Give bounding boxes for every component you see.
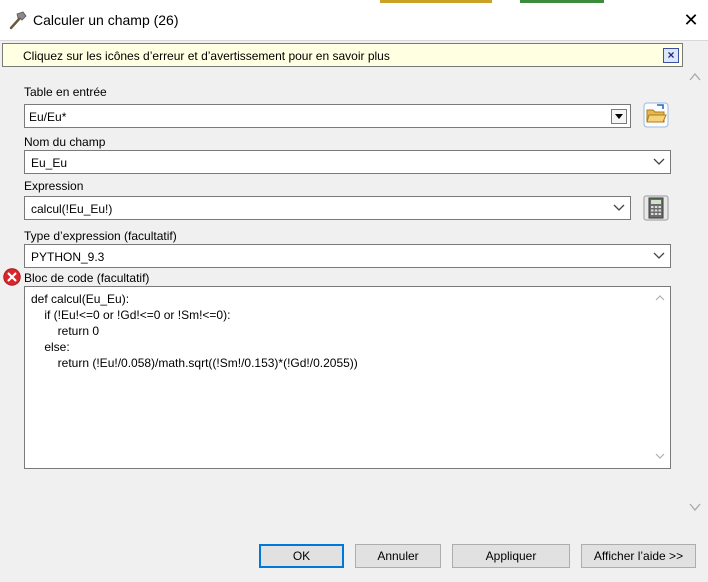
apply-button[interactable]: Appliquer <box>452 544 570 568</box>
input-table-label: Table en entrée <box>24 85 107 99</box>
expression-value: calcul(!Eu_Eu!) <box>31 202 113 216</box>
expression-type-value: PYTHON_9.3 <box>31 250 105 264</box>
error-icon[interactable] <box>3 268 21 286</box>
apply-button-label: Appliquer <box>485 549 537 563</box>
expression-label: Expression <box>24 179 84 193</box>
code-line: if (!Eu!<=0 or !Gd!<=0 or !Sm!<=0): <box>31 308 231 322</box>
info-banner-text: Cliquez sur les icônes d’erreur et d’ave… <box>23 49 390 63</box>
info-banner: Cliquez sur les icônes d’erreur et d’ave… <box>2 43 683 67</box>
calculator-icon[interactable] <box>643 195 669 221</box>
expression-type-combobox[interactable]: PYTHON_9.3 <box>24 244 671 268</box>
dialog-button-bar: OK Annuler Appliquer Afficher l’aide >> <box>0 530 708 582</box>
chevron-down-icon <box>615 114 623 119</box>
title-bar: Calculer un champ (26) ✕ <box>0 0 708 40</box>
dialog-panel: Cliquez sur les icônes d’erreur et d’ave… <box>0 40 708 530</box>
cancel-button-label: Annuler <box>377 549 419 563</box>
field-name-combobox[interactable]: Eu_Eu <box>24 150 671 174</box>
panel-scrollbar[interactable] <box>684 67 706 531</box>
code-line: return 0 <box>31 324 100 338</box>
chevron-down-icon[interactable] <box>654 451 666 461</box>
close-icon: × <box>667 48 675 62</box>
code-line: def calcul(Eu_Eu): <box>31 292 130 306</box>
code-line: return (!Eu!/0.058)/math.sqrt((!Sm!/0.15… <box>31 356 358 370</box>
close-window-button[interactable]: ✕ <box>674 4 708 36</box>
chevron-up-icon[interactable] <box>688 71 702 83</box>
code-block-textarea[interactable]: def calcul(Eu_Eu): if (!Eu!<=0 or !Gd!<=… <box>24 286 671 469</box>
show-help-button-label: Afficher l’aide >> <box>593 549 684 563</box>
expression-type-label: Type d’expression (facultatif) <box>24 229 177 243</box>
folder-open-icon[interactable] <box>643 102 669 128</box>
chevron-down-icon <box>653 252 665 259</box>
chevron-down-icon[interactable] <box>688 501 702 513</box>
input-table-value: Eu/Eu* <box>29 110 67 124</box>
chevron-up-icon[interactable] <box>654 293 666 303</box>
input-table-combobox[interactable]: Eu/Eu* <box>24 104 631 128</box>
background-window-strip <box>520 0 604 3</box>
code-block-label: Bloc de code (facultatif) <box>24 271 150 285</box>
field-name-value: Eu_Eu <box>31 156 68 170</box>
code-line: else: <box>31 340 70 354</box>
hammer-icon <box>9 11 27 30</box>
chevron-down-icon <box>653 158 665 165</box>
code-block-scrollbar[interactable] <box>650 287 670 468</box>
close-icon: ✕ <box>683 9 699 30</box>
expression-combobox[interactable]: calcul(!Eu_Eu!) <box>24 196 631 220</box>
background-window-strip <box>380 0 492 3</box>
ok-button[interactable]: OK <box>259 544 344 568</box>
cancel-button[interactable]: Annuler <box>355 544 441 568</box>
window-title: Calculer un champ (26) <box>33 12 179 28</box>
info-banner-close-button[interactable]: × <box>663 48 679 63</box>
input-table-dropdown-button[interactable] <box>611 109 627 124</box>
show-help-button[interactable]: Afficher l’aide >> <box>581 544 696 568</box>
ok-button-label: OK <box>292 549 311 563</box>
chevron-down-icon <box>613 204 625 211</box>
field-name-label: Nom du champ <box>24 135 106 149</box>
